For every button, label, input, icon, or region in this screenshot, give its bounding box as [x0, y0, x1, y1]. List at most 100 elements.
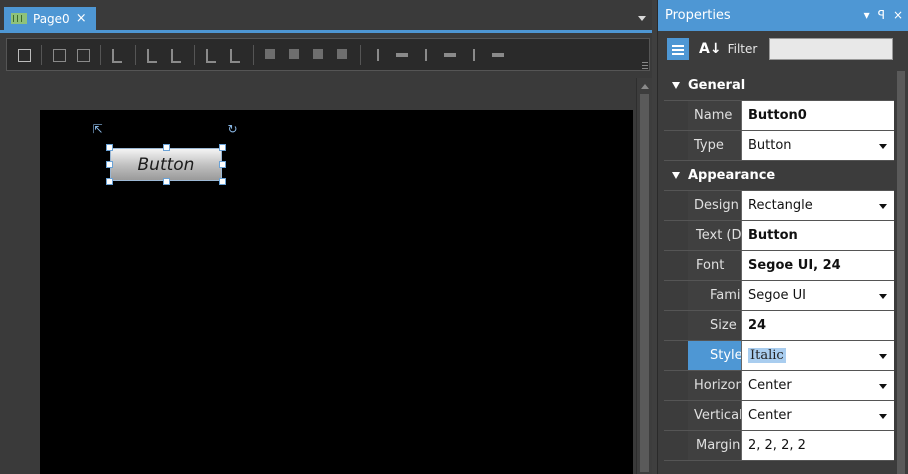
dropdown-arrow-icon: [879, 384, 887, 389]
property-value-margins[interactable]: 2, 2, 2, 2: [741, 431, 894, 460]
property-label: Design: [664, 191, 741, 220]
category-appearance[interactable]: Appearance: [664, 161, 894, 191]
properties-panel: Properties ▾ ꟼ × A↓ Filter General Name …: [657, 0, 908, 474]
rotate-handle-icon[interactable]: ↻: [227, 123, 238, 135]
property-value-type[interactable]: Button: [741, 131, 894, 160]
align-bottom-icon[interactable]: [487, 44, 509, 66]
tab-list-dropdown-icon[interactable]: [638, 16, 646, 21]
resize-handle[interactable]: [219, 161, 226, 168]
align-middle-icon[interactable]: [463, 44, 485, 66]
property-value-style[interactable]: Italic: [741, 341, 894, 370]
property-row-font[interactable]: Font Segoe UI, 24: [664, 251, 894, 281]
group-icon[interactable]: [48, 44, 70, 66]
property-row-margins[interactable]: Margins (I 2, 2, 2, 2: [664, 431, 894, 461]
property-grid: General Name Button0 Type Button Appeara…: [664, 71, 894, 461]
resize-handle[interactable]: [163, 178, 170, 185]
resize-handle[interactable]: [106, 178, 113, 185]
resize-handle[interactable]: [219, 178, 226, 185]
rotate-left-icon[interactable]: [142, 44, 164, 66]
scroll-thumb[interactable]: [897, 71, 905, 474]
canvas-button[interactable]: Button: [110, 148, 222, 181]
properties-header: Properties ▾ ꟼ ×: [658, 0, 908, 31]
dropdown-arrow-icon: [879, 144, 887, 149]
dropdown-arrow-icon: [879, 204, 887, 209]
ungroup-icon[interactable]: [72, 44, 94, 66]
resize-handle[interactable]: [219, 144, 226, 151]
tab-close-icon[interactable]: ×: [76, 12, 87, 25]
property-label: Margins (I: [664, 431, 741, 460]
document-tab-bar: Page0 ×: [0, 0, 652, 33]
canvas-button-label: Button: [137, 154, 195, 175]
resize-handle[interactable]: [106, 144, 113, 151]
bring-forward-icon[interactable]: [284, 44, 306, 66]
tab-page0[interactable]: Page0 ×: [4, 7, 96, 30]
rotate-handle-icon[interactable]: ⇱: [92, 123, 103, 135]
categorized-icon[interactable]: [667, 38, 689, 60]
close-icon[interactable]: ×: [893, 8, 903, 22]
panel-menu-icon[interactable]: ▾: [864, 8, 870, 22]
category-general[interactable]: General: [664, 71, 894, 101]
property-label: VerticalAli: [664, 401, 741, 430]
send-to-back-icon[interactable]: [332, 44, 354, 66]
property-value-design[interactable]: Rectangle: [741, 191, 894, 220]
toolbar-separator: [360, 44, 361, 65]
flip-vertical-icon[interactable]: [225, 44, 247, 66]
property-value-size[interactable]: 24: [741, 311, 894, 340]
property-label: Type: [664, 131, 741, 160]
scroll-up-icon[interactable]: [641, 84, 649, 89]
property-row-text[interactable]: Text (Defa Button: [664, 221, 894, 251]
property-value-horizontal[interactable]: Center: [741, 371, 894, 400]
align-right-icon[interactable]: [415, 44, 437, 66]
resize-handle[interactable]: [163, 144, 170, 151]
pin-icon[interactable]: ꟼ: [878, 8, 885, 22]
property-row-name[interactable]: Name Button0: [664, 101, 894, 131]
rotate-right-icon[interactable]: [166, 44, 188, 66]
tab-title: Page0: [33, 11, 70, 26]
property-row-horizontal[interactable]: Horizontal Center: [664, 371, 894, 401]
property-label: Text (Defa: [664, 221, 741, 250]
toolbar-separator: [253, 44, 254, 65]
property-row-design[interactable]: Design Rectangle: [664, 191, 894, 221]
align-left-icon[interactable]: [367, 44, 389, 66]
collapse-icon: [678, 262, 688, 270]
property-value-name[interactable]: Button0: [741, 101, 894, 130]
property-value-text[interactable]: Button: [741, 221, 894, 250]
property-value-font[interactable]: Segoe UI, 24: [741, 251, 894, 280]
resize-handle[interactable]: [106, 161, 113, 168]
canvas-vertical-scrollbar[interactable]: [636, 78, 652, 474]
bring-to-front-icon[interactable]: [260, 44, 282, 66]
align-center-icon[interactable]: [391, 44, 413, 66]
dropdown-arrow-icon: [879, 354, 887, 359]
filter-input[interactable]: [769, 38, 894, 60]
tab-order-icon[interactable]: [13, 44, 35, 66]
align-top-icon[interactable]: [439, 44, 461, 66]
property-value-family[interactable]: Segoe UI: [741, 281, 894, 310]
property-value-vertical[interactable]: Center: [741, 401, 894, 430]
property-label: Family: [664, 281, 741, 310]
property-label: Horizontal: [664, 371, 741, 400]
property-row-type[interactable]: Type Button: [664, 131, 894, 161]
properties-toolbar: A↓ Filter: [658, 34, 908, 64]
toolbar-separator: [41, 44, 42, 65]
toolbar-separator: [100, 44, 101, 65]
property-row-vertical[interactable]: VerticalAli Center: [664, 401, 894, 431]
flip-horizontal-icon[interactable]: [201, 44, 223, 66]
page-grid-icon: [11, 13, 27, 24]
expand-icon: [680, 231, 687, 241]
collapse-icon: [672, 172, 680, 179]
properties-title: Properties: [665, 8, 731, 23]
send-backward-icon[interactable]: [308, 44, 330, 66]
property-label: Font: [664, 251, 741, 280]
toolbar-overflow-grip[interactable]: [642, 61, 648, 69]
property-row-style[interactable]: Style Italic: [664, 341, 894, 371]
property-row-size[interactable]: Size 24: [664, 311, 894, 341]
collapse-icon: [672, 82, 680, 89]
sort-alpha-icon[interactable]: A↓: [699, 41, 722, 57]
edit-shape-icon[interactable]: [107, 44, 129, 66]
dropdown-arrow-icon: [879, 414, 887, 419]
properties-scrollbar[interactable]: [894, 71, 908, 474]
scroll-thumb[interactable]: [640, 94, 649, 472]
page-canvas[interactable]: ⇱ ↻ Button: [40, 110, 633, 474]
property-row-family[interactable]: Family Segoe UI: [664, 281, 894, 311]
canvas-scroll-area: ⇱ ↻ Button: [0, 78, 652, 474]
